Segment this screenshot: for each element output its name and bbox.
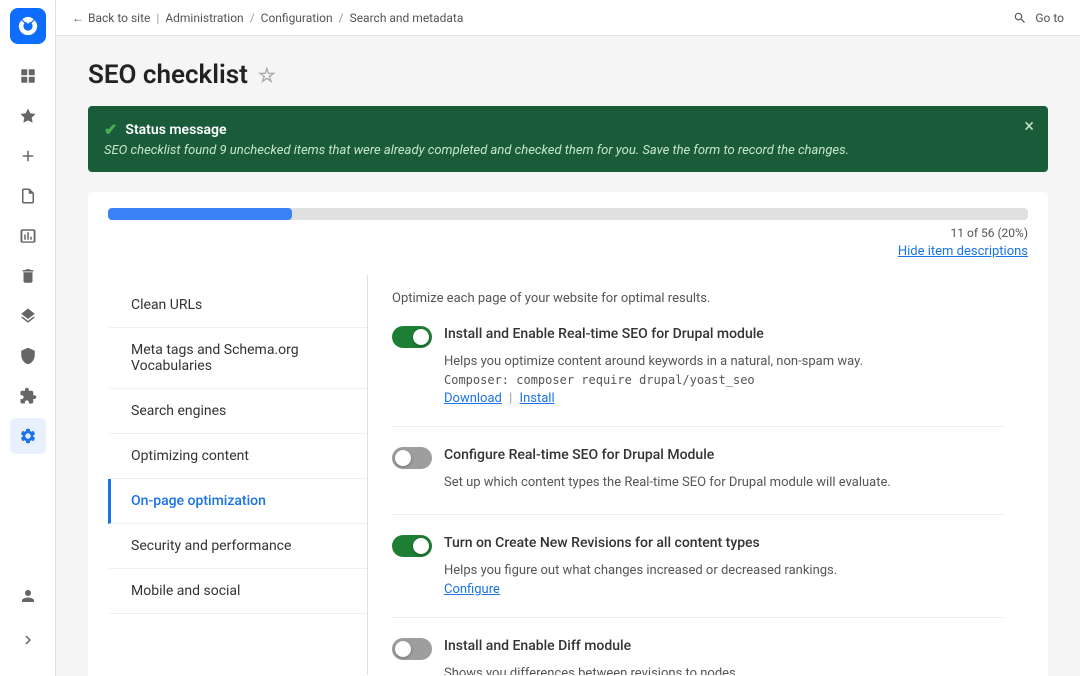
item-4-desc: Shows you differences between revisions … [444,666,1004,675]
sidebar-expand-icon[interactable] [10,622,46,658]
item-4-toggle[interactable] [392,638,432,660]
item-header: Turn on Create New Revisions for all con… [392,535,1004,557]
main-area: ← Back to site | Administration / Config… [56,0,1080,676]
sidebar-reports-icon[interactable] [10,218,46,254]
checklist-item: Install and Enable Diff module Shows you… [392,638,1004,675]
checklist-item: Install and Enable Real-time SEO for Dru… [392,326,1004,427]
item-3-desc: Helps you figure out what changes increa… [444,563,1004,578]
sidebar-add-icon[interactable] [10,138,46,174]
checklist-layout: Clean URLs Meta tags and Schema.org Voca… [108,275,1028,675]
item-1-links: Download | Install [444,391,1004,406]
sidebar-security-icon[interactable] [10,338,46,374]
progress-text: 11 of 56 (20%) [108,226,1028,240]
progress-bar-fill [108,208,292,220]
app-logo[interactable] [10,8,46,44]
nav-item-optimizing-content[interactable]: Optimizing content [108,434,367,479]
status-banner-close-button[interactable]: × [1024,118,1034,136]
hide-descriptions-link[interactable]: Hide item descriptions [108,244,1028,259]
back-to-site-link[interactable]: ← Back to site [72,11,150,25]
sidebar-user-icon[interactable] [10,578,46,614]
item-2-label: Configure Real-time SEO for Drupal Modul… [444,447,1004,463]
sidebar-star-icon[interactable] [10,98,46,134]
item-header: Install and Enable Real-time SEO for Dru… [392,326,1004,348]
item-header: Install and Enable Diff module [392,638,1004,660]
sidebar-content-icon[interactable] [10,178,46,214]
sidebar-layers-icon[interactable] [10,298,46,334]
sidebar-dashboard-icon[interactable] [10,58,46,94]
item-1-composer: Composer: composer require drupal/yoast_… [444,373,1004,387]
status-banner: ✔ Status message SEO checklist found 9 u… [88,106,1048,172]
page-content: SEO checklist ☆ ✔ Status message SEO che… [56,36,1080,676]
item-4-label: Install and Enable Diff module [444,638,1004,654]
breadcrumb-current: Search and metadata [350,11,464,25]
item-1-label: Install and Enable Real-time SEO for Dru… [444,326,1004,342]
item-3-toggle[interactable] [392,535,432,557]
sidebar-trash-icon[interactable] [10,258,46,294]
goto-link[interactable]: Go to [1013,11,1064,25]
nav-item-on-page-optimization[interactable]: On-page optimization [108,479,367,524]
item-2-desc: Set up which content types the Real-time… [444,475,1004,490]
breadcrumb-admin[interactable]: Administration [165,11,243,25]
sidebar [0,0,56,676]
item-3-label: Turn on Create New Revisions for all con… [444,535,1004,551]
favorite-star-icon[interactable]: ☆ [258,63,276,87]
item-3-links: Configure [444,582,1004,597]
checklist-item: Configure Real-time SEO for Drupal Modul… [392,447,1004,515]
nav-item-clean-urls[interactable]: Clean URLs [108,283,367,328]
checklist-item: Turn on Create New Revisions for all con… [392,535,1004,618]
page-title: SEO checklist ☆ [88,60,1048,90]
item-1-toggle[interactable] [392,326,432,348]
sidebar-extend-icon[interactable] [10,378,46,414]
item-1-install-link[interactable]: Install [520,391,555,406]
nav-item-mobile-social[interactable]: Mobile and social [108,569,367,614]
item-1-download-link[interactable]: Download [444,391,502,406]
nav-item-security-performance[interactable]: Security and performance [108,524,367,569]
item-header: Configure Real-time SEO for Drupal Modul… [392,447,1004,469]
nav-item-meta-tags[interactable]: Meta tags and Schema.org Vocabularies [108,328,367,389]
breadcrumb: ← Back to site | Administration / Config… [72,11,463,25]
nav-item-search-engines[interactable]: Search engines [108,389,367,434]
progress-bar-container [108,208,1028,220]
back-arrow-icon: ← [72,11,84,25]
checklist-nav: Clean URLs Meta tags and Schema.org Voca… [108,275,368,675]
checklist-content: Optimize each page of your website for o… [368,275,1028,675]
content-intro: Optimize each page of your website for o… [392,291,1004,306]
status-banner-message: SEO checklist found 9 unchecked items th… [104,143,1032,158]
item-2-toggle[interactable] [392,447,432,469]
check-circle-icon: ✔ [104,120,117,139]
sidebar-config-icon[interactable] [10,418,46,454]
breadcrumb-config[interactable]: Configuration [261,11,333,25]
item-3-configure-link[interactable]: Configure [444,582,500,597]
progress-section: 11 of 56 (20%) Hide item descriptions Cl… [88,192,1048,676]
item-1-desc: Helps you optimize content around keywor… [444,354,1004,369]
topbar: ← Back to site | Administration / Config… [56,0,1080,36]
status-banner-title: ✔ Status message [104,120,1032,139]
